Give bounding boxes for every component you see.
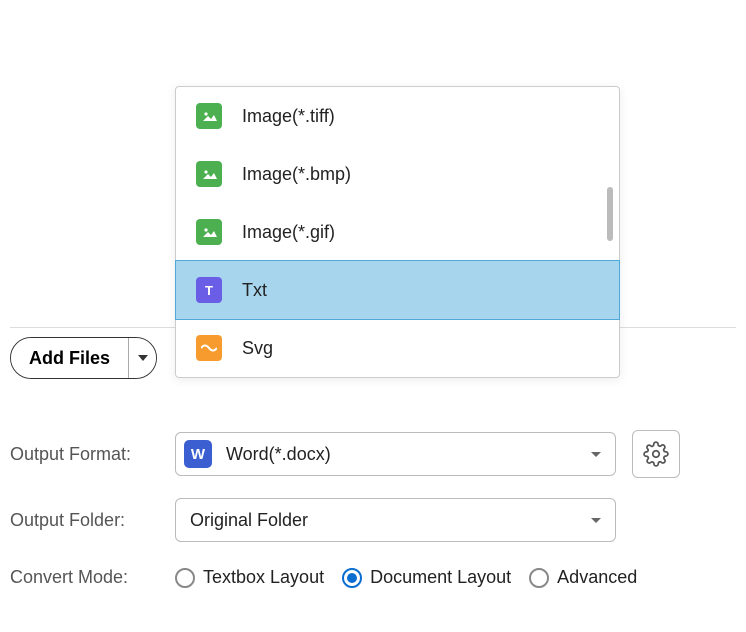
convert-mode-label: Convert Mode:: [10, 567, 175, 588]
word-icon: W: [184, 440, 212, 468]
radio-label: Textbox Layout: [203, 567, 324, 588]
add-files-dropdown-toggle[interactable]: [128, 338, 156, 378]
dropdown-item-label: Svg: [242, 338, 273, 359]
radio-label: Advanced: [557, 567, 637, 588]
image-icon: [196, 161, 222, 187]
gear-icon: [643, 441, 669, 467]
add-files-split-button[interactable]: Add Files: [10, 337, 157, 379]
output-folder-select[interactable]: Original Folder: [175, 498, 616, 542]
radio-document[interactable]: Document Layout: [342, 567, 511, 588]
image-icon: [196, 103, 222, 129]
radio-circle-icon: [175, 568, 195, 588]
output-format-label: Output Format:: [10, 444, 175, 465]
output-format-value: Word(*.docx): [226, 444, 591, 465]
output-folder-row: Output Folder: Original Folder: [10, 498, 616, 542]
dropdown-item-label: Image(*.bmp): [242, 164, 351, 185]
chevron-down-icon: [591, 518, 601, 523]
radio-circle-icon: [342, 568, 362, 588]
output-folder-label: Output Folder:: [10, 510, 175, 531]
image-icon: [196, 219, 222, 245]
radio-textbox[interactable]: Textbox Layout: [175, 567, 324, 588]
dropdown-scrollbar[interactable]: [607, 187, 613, 241]
output-format-select[interactable]: W Word(*.docx): [175, 432, 616, 476]
dropdown-item-label: Image(*.gif): [242, 222, 335, 243]
convert-mode-radio-group: Textbox Layout Document Layout Advanced: [175, 567, 637, 588]
dropdown-item-txt[interactable]: T Txt: [175, 260, 620, 320]
add-files-label: Add Files: [29, 348, 110, 369]
output-format-row: Output Format: W Word(*.docx): [10, 430, 680, 478]
radio-advanced[interactable]: Advanced: [529, 567, 637, 588]
dropdown-item-label: Image(*.tiff): [242, 106, 335, 127]
dropdown-item-bmp[interactable]: Image(*.bmp): [176, 145, 619, 203]
dropdown-item-label: Txt: [242, 280, 267, 301]
chevron-down-icon: [591, 452, 601, 457]
dropdown-item-tiff[interactable]: Image(*.tiff): [176, 87, 619, 145]
svg-icon: [196, 335, 222, 361]
chevron-down-icon: [138, 355, 148, 361]
convert-mode-row: Convert Mode: Textbox Layout Document Lay…: [10, 567, 637, 588]
settings-button[interactable]: [632, 430, 680, 478]
add-files-button[interactable]: Add Files: [11, 338, 128, 378]
radio-label: Document Layout: [370, 567, 511, 588]
output-format-dropdown: Image(*.tiff) Image(*.bmp) Image(*.gif) T Tx…: [175, 86, 620, 378]
dropdown-item-svg[interactable]: Svg: [176, 319, 619, 377]
txt-icon: T: [196, 277, 222, 303]
output-folder-value: Original Folder: [190, 510, 591, 531]
dropdown-item-gif[interactable]: Image(*.gif): [176, 203, 619, 261]
radio-circle-icon: [529, 568, 549, 588]
